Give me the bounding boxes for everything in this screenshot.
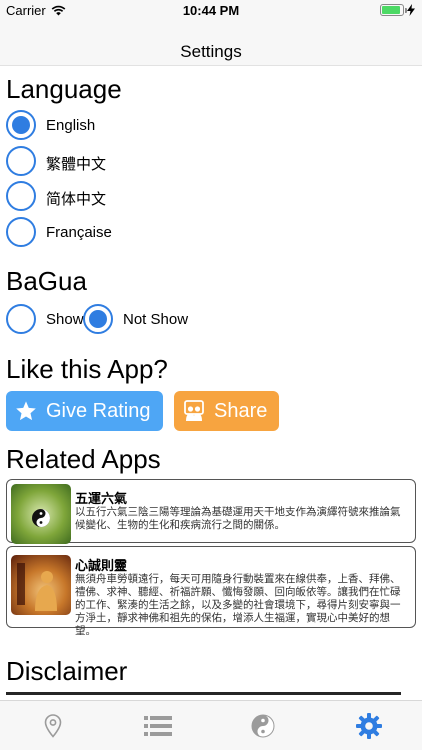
tab-settings[interactable] (354, 713, 384, 739)
bagua-section-title: BaGua (6, 266, 87, 296)
settings-content[interactable]: Language English 繁體中文 简体中文 Française BaG… (0, 66, 422, 700)
yin-yang-icon (251, 714, 275, 738)
related-app-card-wuyun[interactable]: 五運六氣 以五行六氣三陰三陽等理論為基礎運用天干地支作為演繹符號來推論氣候變化、… (6, 479, 416, 544)
language-radio-english[interactable] (6, 110, 36, 140)
page-title: Settings (180, 42, 242, 61)
bagua-radio-show[interactable] (6, 304, 36, 334)
list-icon (144, 716, 172, 736)
app-icon-wuyun (11, 484, 71, 544)
location-pin-icon (44, 714, 62, 738)
charging-bolt-icon (407, 4, 415, 16)
give-rating-label: Give Rating (46, 399, 151, 422)
share-button[interactable]: Share (174, 391, 279, 431)
related-app-description: 以五行六氣三陰三陽等理論為基礎運用天干地支作為演繹符號來推論氣候變化、生物的生化… (75, 506, 401, 531)
bagua-label-show: Show (46, 311, 84, 328)
related-section-title: Related Apps (6, 444, 161, 474)
language-section-title: Language (6, 74, 122, 104)
related-app-name: 五運六氣 (75, 491, 128, 506)
language-radio-french[interactable] (6, 217, 36, 247)
app-icon-xincheng (11, 555, 71, 615)
praying-figure-icon (17, 563, 57, 611)
status-right (380, 4, 415, 16)
tab-list[interactable] (143, 713, 173, 739)
language-radio-simplified-chinese[interactable] (6, 181, 36, 211)
tab-bar (0, 700, 422, 750)
status-bar: Carrier 10:44 PM (0, 0, 422, 22)
language-label-french: Française (46, 224, 112, 241)
related-app-card-xincheng[interactable]: 心誠則靈 無須舟車勞頓遠行，每天可用隨身行動裝置來在線供奉，上香、拜佛、禮佛、求… (6, 546, 416, 637)
related-app-name: 心誠則靈 (75, 558, 128, 573)
like-section-title: Like this App? (6, 354, 168, 384)
status-time: 10:44 PM (182, 3, 240, 18)
tab-bagua[interactable] (248, 713, 278, 739)
share-people-icon (174, 399, 214, 423)
star-icon (6, 400, 46, 422)
disclaimer-section-title: Disclaimer (6, 656, 128, 686)
battery-tip (405, 8, 407, 13)
bagua-label-not-show: Not Show (123, 311, 189, 328)
share-label: Share (214, 399, 268, 422)
give-rating-button[interactable]: Give Rating (6, 391, 163, 431)
battery-fill (382, 6, 400, 14)
language-label-traditional-chinese: 繁體中文 (46, 156, 107, 173)
navigation-bar: Settings (0, 22, 422, 66)
yin-yang-emblem-icon (32, 509, 50, 527)
related-app-description: 無須舟車勞頓遠行，每天可用隨身行動裝置來在線供奉，上香、拜佛、禮佛、求神、聽經、… (75, 573, 401, 637)
disclaimer-text-cutoff (6, 692, 401, 700)
battery-icon (380, 4, 407, 16)
tab-location[interactable] (38, 713, 68, 739)
language-label-simplified-chinese: 简体中文 (46, 191, 107, 208)
gear-icon (356, 713, 382, 739)
bagua-radio-not-show[interactable] (83, 304, 113, 334)
language-radio-traditional-chinese[interactable] (6, 146, 36, 176)
language-label-english: English (46, 117, 96, 134)
